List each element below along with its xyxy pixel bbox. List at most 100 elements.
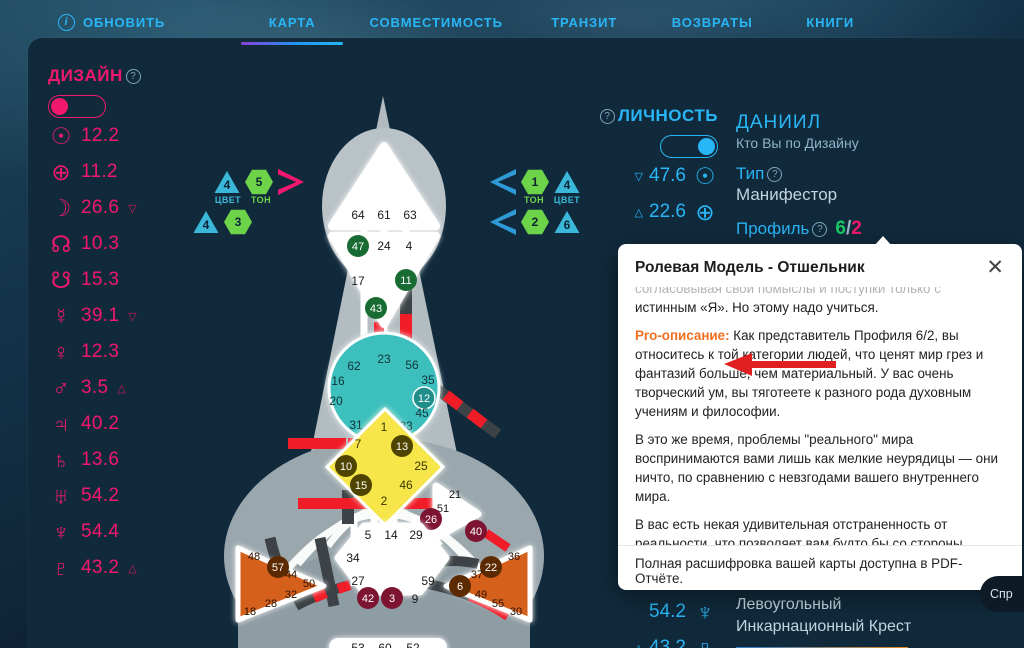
svg-text:26: 26	[425, 514, 437, 526]
help-icon[interactable]: ?	[812, 221, 828, 237]
svg-text:4: 4	[406, 239, 413, 253]
planet-value: 54.4	[81, 521, 120, 542]
personality-toggle[interactable]	[660, 135, 718, 158]
profile-first: 6	[835, 218, 846, 239]
nav-map-label: КАРТА	[268, 14, 316, 30]
color-triangle-icon[interactable]: 6	[554, 210, 580, 234]
color-triangle-icon[interactable]: 4	[214, 170, 240, 194]
help-icon[interactable]: ?	[767, 166, 783, 182]
planet-row: ♅ 54.2	[48, 478, 198, 514]
top-navigation: i ОБНОВИТЬ КАРТА СОВМЕСТИМОСТЬ ТРАНЗИТ В…	[0, 0, 1024, 45]
svg-text:3: 3	[389, 593, 395, 605]
planet-arrow: ▽	[128, 310, 137, 323]
planet-row: ♀ 12.3	[48, 334, 198, 370]
svg-text:43: 43	[370, 303, 382, 315]
planet-row: ♂ 3.5 △	[48, 370, 198, 406]
type-block: Тип ? Манифестор	[736, 164, 1024, 205]
design-title: ДИЗАЙН	[48, 66, 123, 85]
profile-value[interactable]: 6/2	[835, 218, 861, 240]
popup-footer: Полная расшифровка вашей карты доступна …	[618, 545, 1022, 590]
planet-row: ♄ 13.6	[48, 442, 198, 478]
svg-text:14: 14	[384, 528, 398, 542]
tone-hexagon-icon[interactable]: 5	[245, 169, 273, 195]
svg-text:44: 44	[285, 569, 297, 581]
planet-value: 12.2	[81, 125, 120, 146]
planet-value: 43.2	[81, 557, 120, 578]
planet-arrow: △	[117, 382, 126, 395]
label-color: ЦВЕТ	[553, 195, 581, 205]
popup-paragraph-0: истинным «Я». Но этому надо учиться.	[635, 300, 879, 316]
svg-text:48: 48	[248, 551, 260, 563]
incarnation-cross-block: Левоугольный Инкарнационный Крест ВОЗНАГ…	[736, 594, 1024, 648]
svg-text:53: 53	[351, 641, 365, 648]
tone-value: 1	[531, 175, 539, 189]
svg-text:47: 47	[352, 241, 364, 253]
nav-item-transit[interactable]: ТРАНЗИТ	[529, 0, 639, 44]
user-subtitle: Кто Вы по Дизайну	[736, 135, 859, 151]
planet-value: 11.2	[81, 161, 118, 182]
popup-body[interactable]: согласовывая свои помыслы и поступки тол…	[618, 287, 1022, 545]
color-triangle-icon[interactable]: 4	[554, 170, 580, 194]
planet-row: ☊ 10.3	[48, 226, 198, 262]
planet-row: ☋ 15.3	[48, 262, 198, 298]
svg-text:56: 56	[405, 358, 419, 372]
tone-hexagon-icon[interactable]: 2	[521, 209, 549, 235]
planet-value: 15.3	[81, 269, 120, 290]
close-icon[interactable]: ✕	[984, 257, 1006, 278]
nav-item-books[interactable]: КНИГИ	[785, 0, 875, 44]
variable-row: 4 3	[193, 206, 326, 238]
svg-text:50: 50	[303, 578, 315, 590]
personality-column: ? ЛИЧНОСТЬ ▽ 47.6 ☉ △ 22.6 ⊕	[588, 106, 718, 230]
sun-icon: ☉	[50, 122, 72, 149]
earth-icon: ⊕	[695, 198, 715, 225]
color-value: 4	[223, 178, 231, 192]
profile-label: Профиль	[736, 219, 810, 238]
nav-item-compatibility[interactable]: СОВМЕСТИМОСТЬ	[361, 0, 511, 44]
nav-item-returns[interactable]: ВОЗВРАТЫ	[657, 0, 767, 44]
popup-paragraph-1: Pro-описание: Как представитель Профиля …	[635, 326, 1005, 421]
chart-card: ДИЗАЙН ? ☉ 12.2 ⊕ 11.2 ☽ 26.6 ▽ ☊ 10.3 ☋	[28, 38, 1024, 648]
svg-text:37: 37	[471, 569, 483, 581]
svg-text:5: 5	[365, 528, 372, 542]
planet-value: 47.6	[649, 165, 686, 186]
type-value: Манифестор	[736, 185, 838, 204]
nav-item-map[interactable]: КАРТА	[233, 0, 351, 45]
variable-arrow-right-icon	[278, 169, 304, 195]
personality-title: ЛИЧНОСТЬ	[617, 106, 718, 125]
svg-text:16: 16	[331, 374, 345, 388]
variable-row: 1 4	[490, 166, 602, 198]
svg-text:30: 30	[510, 606, 522, 618]
popup-paragraph-3: В вас есть некая удивительная отстраненн…	[635, 517, 963, 545]
svg-text:34: 34	[346, 551, 360, 565]
color-triangle-icon[interactable]: 4	[193, 210, 219, 234]
help-icon[interactable]: ?	[125, 68, 141, 84]
nav-item-refresh[interactable]: i ОБНОВИТЬ	[58, 0, 165, 44]
svg-text:40: 40	[470, 526, 482, 538]
svg-text:1: 1	[381, 420, 388, 434]
type-label-row: Тип ?	[736, 164, 1024, 184]
planet-row: ♇ 43.2 △	[48, 550, 198, 586]
help-button[interactable]: Спр	[980, 576, 1024, 612]
popup-pointer	[874, 236, 892, 246]
svg-text:9: 9	[412, 592, 419, 606]
design-toggle[interactable]	[48, 95, 106, 118]
help-icon[interactable]: ?	[599, 108, 615, 124]
svg-text:11: 11	[400, 275, 411, 287]
saturn-icon: ♄	[52, 446, 70, 473]
tone-hexagon-icon[interactable]: 1	[521, 169, 549, 195]
profile-second: 2	[851, 218, 862, 239]
svg-text:46: 46	[399, 478, 413, 492]
svg-text:64: 64	[351, 208, 365, 222]
svg-text:13: 13	[396, 441, 408, 453]
svg-text:24: 24	[377, 239, 391, 253]
venus-icon: ♀	[52, 338, 70, 365]
moon-icon: ☽	[50, 194, 72, 221]
planet-arrow: ▽	[634, 170, 644, 183]
toggle-knob	[698, 138, 715, 155]
mercury-icon: ☿	[52, 302, 70, 329]
svg-text:31: 31	[349, 418, 363, 432]
tone-hexagon-icon[interactable]: 3	[224, 209, 252, 235]
planet-row: 54.2 ♆	[588, 594, 718, 630]
planet-arrow: ▽	[128, 202, 137, 215]
svg-text:35: 35	[421, 373, 435, 387]
